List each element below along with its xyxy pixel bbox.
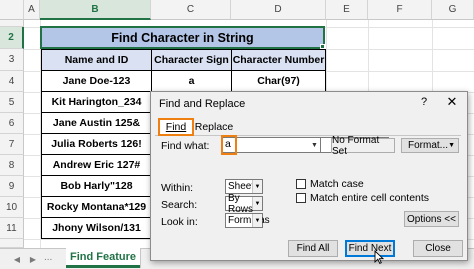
tab-find-label: Find: [165, 121, 187, 133]
column-header-e[interactable]: E: [326, 0, 368, 20]
close-button[interactable]: Close: [413, 240, 463, 257]
row-header-6[interactable]: 6: [0, 113, 24, 134]
mouse-pointer-icon: [374, 250, 384, 264]
row-header-10[interactable]: 10: [0, 197, 24, 218]
match-entire-cell-checkbox[interactable]: [296, 193, 306, 203]
more-sheets-button[interactable]: ...: [44, 252, 52, 263]
look-in-value: Formulas: [228, 215, 270, 226]
within-label: Within:: [161, 182, 194, 194]
find-what-label: Find what:: [161, 140, 210, 152]
close-icon[interactable]: ✕: [445, 94, 459, 109]
column-header-g[interactable]: G: [432, 0, 474, 20]
no-format-set-preview: No Format Set: [331, 135, 395, 157]
chevron-down-icon: ▼: [252, 197, 262, 210]
prev-sheet-icon[interactable]: ◀: [12, 254, 22, 264]
sheet-tab-find-feature[interactable]: Find Feature: [66, 248, 140, 268]
chevron-down-icon: ▼: [252, 214, 262, 227]
row-header-3[interactable]: 3: [0, 49, 24, 71]
look-in-select[interactable]: Formulas ▼: [225, 213, 270, 228]
format-dropdown-icon[interactable]: ▼: [448, 142, 455, 149]
row-header-2[interactable]: 2: [0, 27, 24, 49]
table-cell-name[interactable]: Andrew Eric 127#: [41, 154, 152, 176]
next-sheet-icon[interactable]: ▶: [28, 254, 38, 264]
search-label: Search:: [161, 199, 198, 211]
table-cell-name[interactable]: Kit Harington_234: [41, 91, 152, 113]
tab-find[interactable]: Find: [158, 118, 194, 136]
help-icon[interactable]: ?: [417, 95, 431, 109]
row-header-8[interactable]: 8: [0, 155, 24, 176]
table-cell-name[interactable]: Bob Harly"128: [41, 175, 152, 197]
tab-replace-label: Replace: [194, 121, 234, 133]
search-order-select[interactable]: By Rows ▼: [225, 193, 263, 215]
row-header-1[interactable]: [0, 20, 24, 27]
look-in-label: Look in:: [161, 216, 198, 228]
table-cell-sign[interactable]: a: [151, 70, 232, 92]
column-header-b[interactable]: B: [40, 0, 151, 20]
row-header-9[interactable]: 9: [0, 176, 24, 197]
row-header-12[interactable]: [0, 239, 24, 248]
table-header-character-number[interactable]: Character Number: [231, 49, 326, 71]
table-cell-name[interactable]: Jhony Wilson/131: [41, 217, 152, 239]
find-history-dropdown-icon[interactable]: ▼: [309, 137, 321, 153]
table-header-name[interactable]: Name and ID: [41, 49, 152, 71]
column-header-f[interactable]: F: [368, 0, 432, 20]
sheet-title-cell[interactable]: Find Character in String: [41, 27, 324, 48]
match-case-checkbox[interactable]: [296, 179, 306, 189]
column-header-d[interactable]: D: [231, 0, 326, 20]
find-replace-dialog: Find and Replace ? ✕ Find Replace Find w…: [150, 91, 468, 264]
select-all-corner[interactable]: [0, 0, 24, 20]
dialog-title: Find and Replace: [159, 98, 246, 110]
table-cell-name[interactable]: Julia Roberts 126!: [41, 133, 152, 155]
options-button[interactable]: Options <<: [404, 211, 459, 227]
match-case-label: Match case: [310, 178, 364, 190]
tab-replace[interactable]: Replace: [194, 118, 234, 136]
table-cell-name[interactable]: Jane Austin 125&: [41, 112, 152, 134]
row-header-7[interactable]: 7: [0, 134, 24, 155]
table-header-character-sign[interactable]: Character Sign: [151, 49, 232, 71]
format-button[interactable]: Format... ▼: [401, 138, 459, 153]
find-all-button[interactable]: Find All: [288, 240, 338, 257]
table-cell-number[interactable]: Char(97): [231, 70, 326, 92]
match-entire-cell-label: Match entire cell contents: [310, 192, 430, 204]
find-next-button[interactable]: Find Next: [345, 240, 395, 257]
column-header-c[interactable]: C: [151, 0, 231, 20]
row-header-11[interactable]: 11: [0, 218, 24, 239]
row-header-4[interactable]: 4: [0, 71, 24, 92]
row-header-5[interactable]: 5: [0, 92, 24, 113]
table-cell-name[interactable]: Rocky Montana*129: [41, 196, 152, 218]
chevron-down-icon: ▼: [252, 180, 262, 193]
column-header-a[interactable]: A: [24, 0, 40, 20]
within-value: Sheet: [228, 181, 255, 192]
format-button-label: Format...: [408, 140, 449, 151]
find-what-highlight: [221, 135, 237, 155]
table-cell-name[interactable]: Jane Doe-123: [41, 70, 152, 92]
